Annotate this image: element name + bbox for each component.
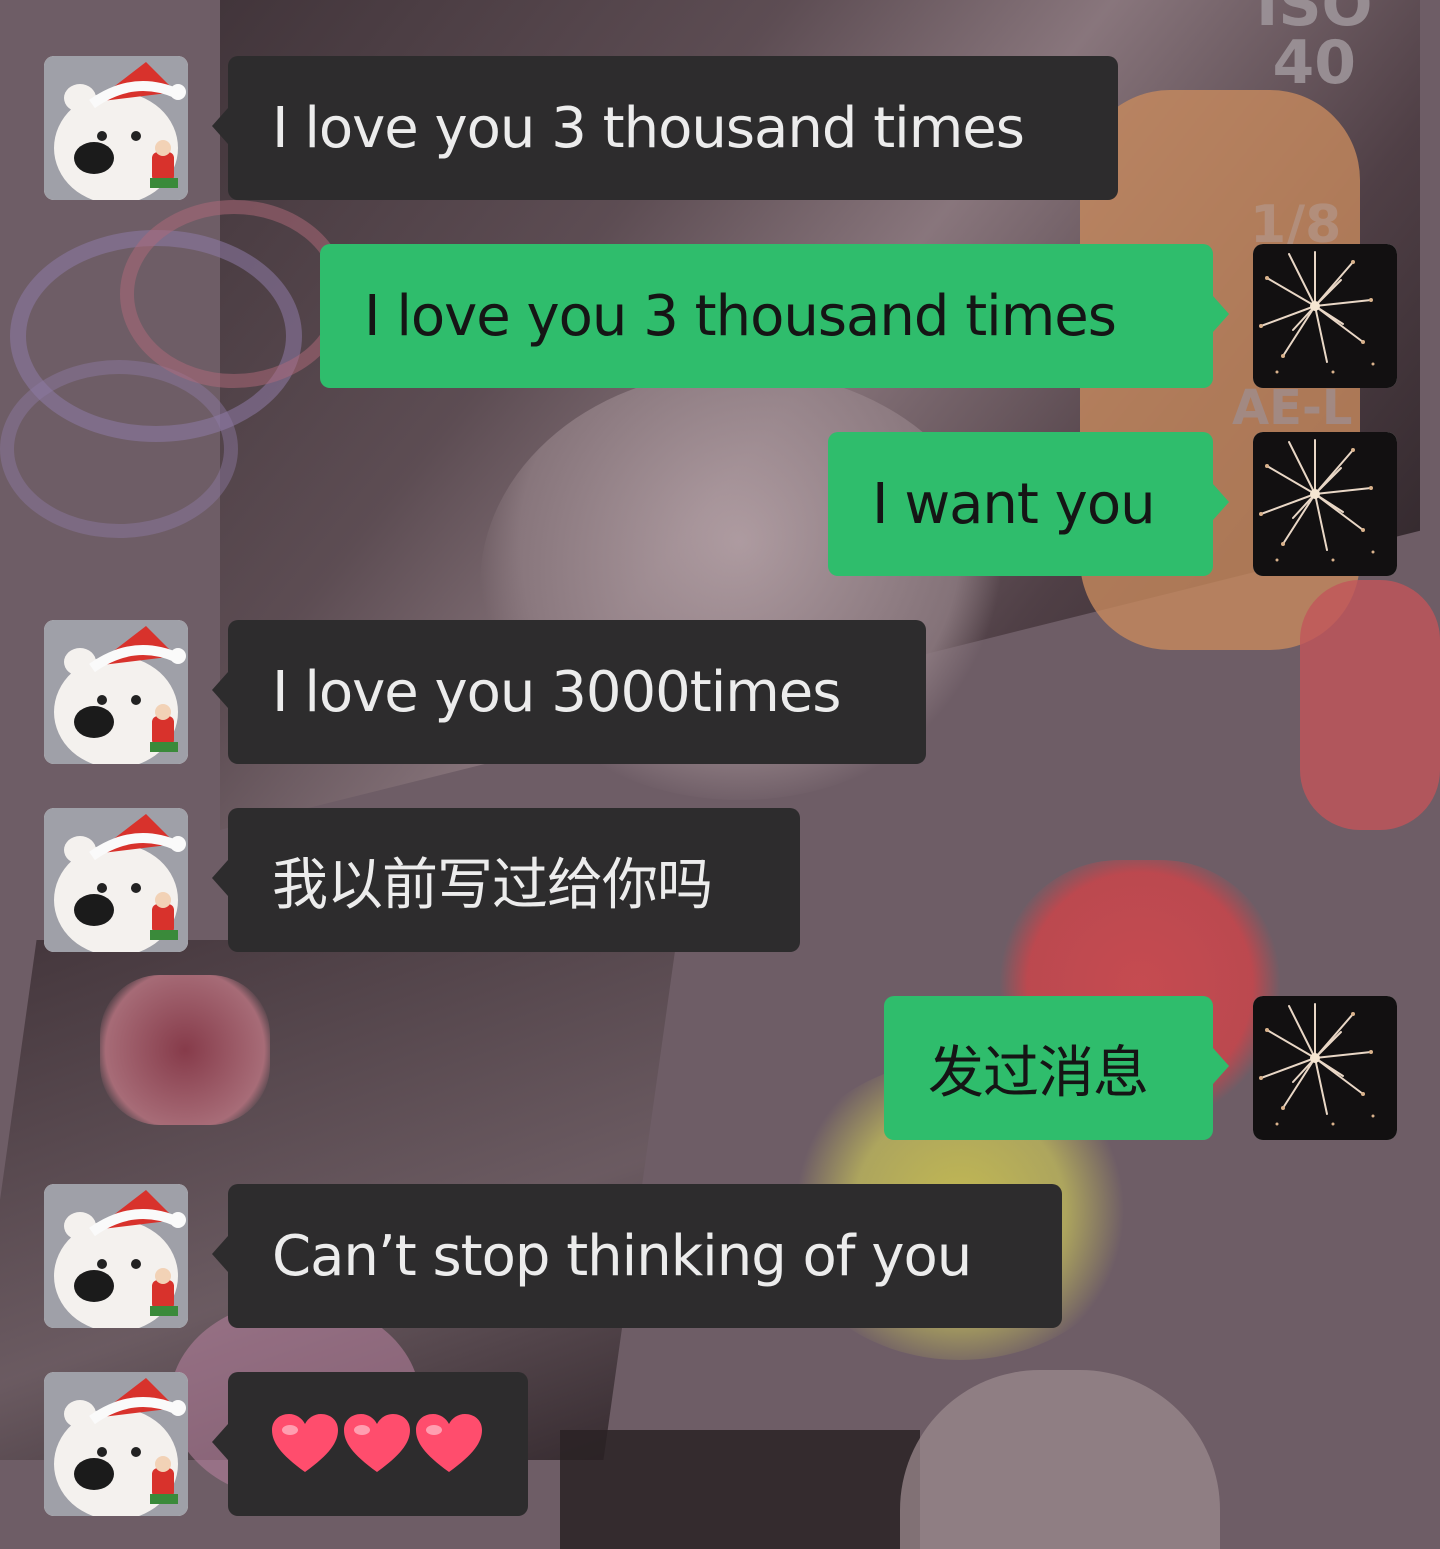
message-text: I love you 3000times: [272, 659, 841, 725]
polar-bear-santa-hat-avatar-icon[interactable]: [44, 56, 188, 200]
gummy-bear-sticker: [1300, 580, 1440, 830]
message-bubble[interactable]: Can’t stop thinking of you: [212, 1184, 1062, 1328]
message-text: I love you 3 thousand times: [272, 95, 1025, 161]
polar-bear-santa-hat-avatar-icon[interactable]: [44, 620, 188, 764]
camera-ae-lock-overlay: AE-L: [1232, 380, 1353, 436]
message-text: Can’t stop thinking of you: [272, 1223, 972, 1289]
polar-bear-santa-hat-avatar-icon[interactable]: [44, 808, 188, 952]
heart-sticker: [100, 975, 270, 1125]
camera-iso-overlay: ISO 40: [1256, 0, 1373, 98]
fireworks-avatar-icon[interactable]: [1253, 432, 1397, 576]
bunny-plush-sticker: [900, 1370, 1220, 1549]
polar-bear-santa-hat-avatar-icon[interactable]: [44, 1372, 188, 1516]
message-bubble[interactable]: I want you: [828, 432, 1229, 576]
message-bubble[interactable]: I love you 3 thousand times: [212, 56, 1118, 200]
camera-iso-value: 40: [1272, 28, 1357, 98]
emoji-group: [272, 1414, 482, 1474]
message-text: I love you 3 thousand times: [364, 283, 1117, 349]
message-text: I want you: [872, 471, 1156, 537]
polar-bear-santa-hat-avatar-icon[interactable]: [44, 1184, 188, 1328]
fireworks-avatar-icon[interactable]: [1253, 996, 1397, 1140]
background-photo: [560, 1430, 920, 1549]
heart-emoji-icon: [272, 1414, 338, 1474]
message-text: 我以前写过给你吗: [272, 852, 713, 918]
background-sticker: [120, 200, 348, 388]
background-sticker: [0, 360, 238, 538]
heart-emoji-icon: [344, 1414, 410, 1474]
heart-emoji-icon: [416, 1414, 482, 1474]
fireworks-avatar-icon[interactable]: [1253, 244, 1397, 388]
message-text: 发过消息: [928, 1040, 1149, 1106]
message-bubble[interactable]: I love you 3000times: [212, 620, 926, 764]
message-bubble[interactable]: 发过消息: [884, 996, 1229, 1140]
message-bubble[interactable]: I love you 3 thousand times: [320, 244, 1229, 388]
message-bubble[interactable]: 我以前写过给你吗: [212, 808, 800, 952]
message-bubble[interactable]: [212, 1372, 528, 1516]
